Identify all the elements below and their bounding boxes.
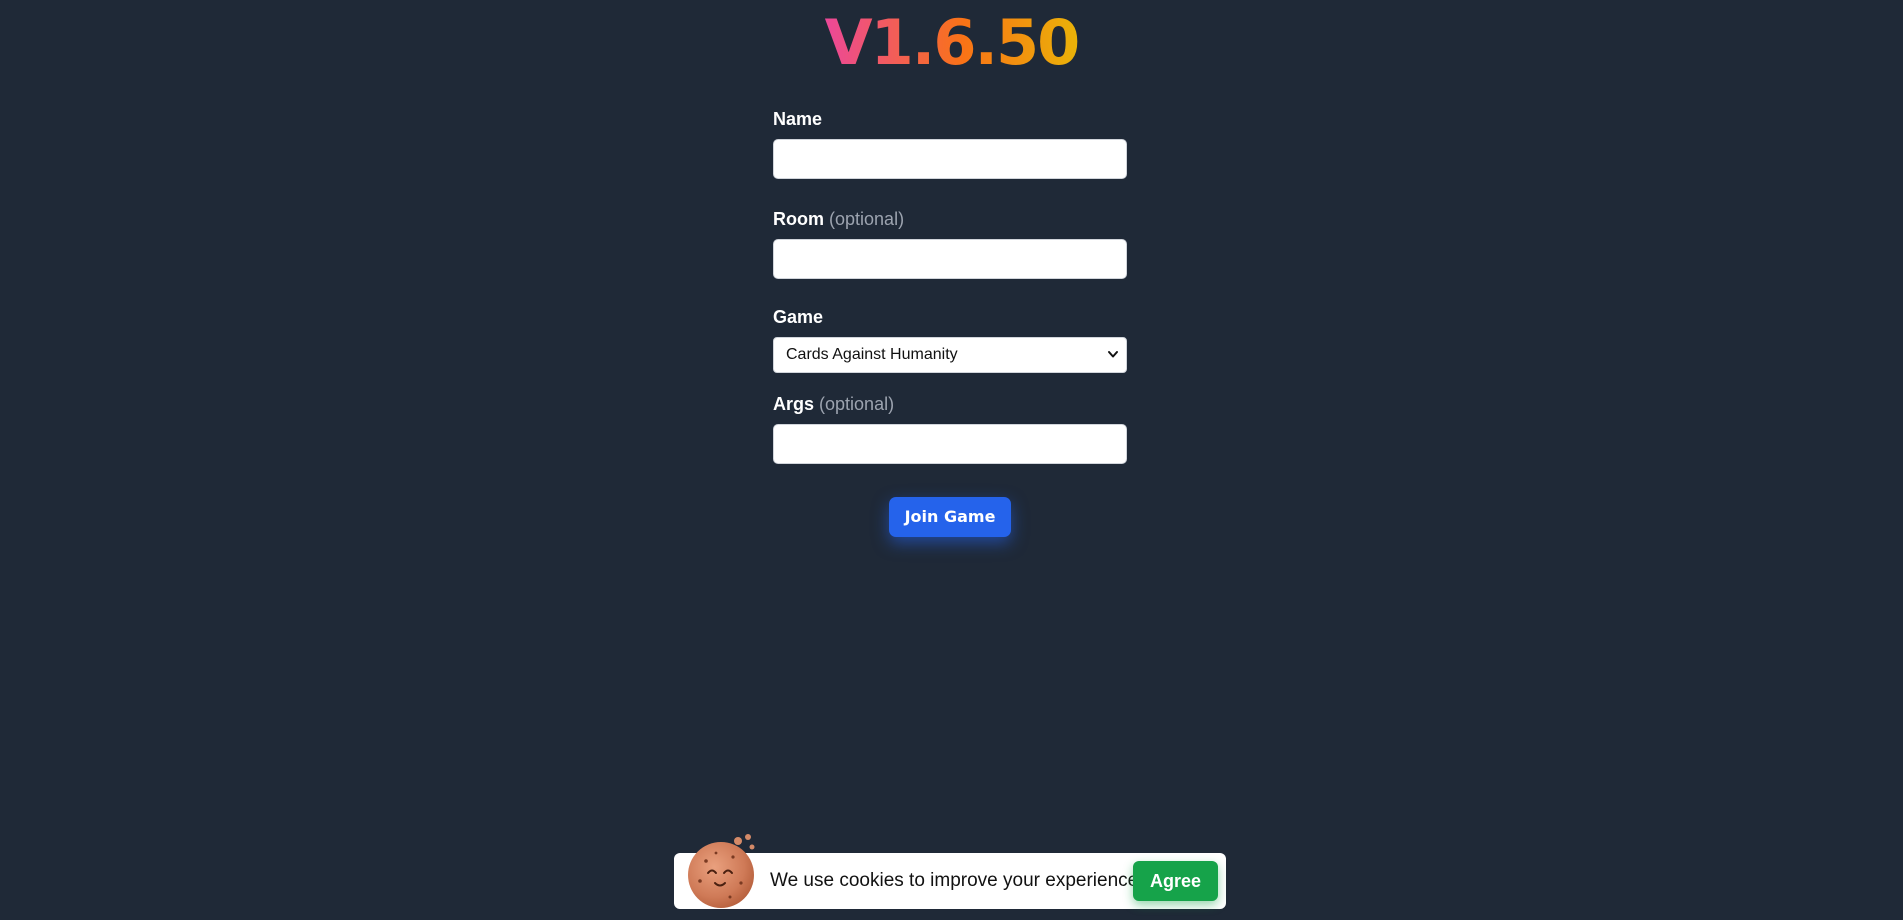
name-input[interactable]	[773, 139, 1127, 179]
args-input[interactable]	[773, 424, 1127, 464]
game-label-text: Game	[773, 307, 824, 327]
game-label: Game	[773, 306, 1127, 328]
name-label: Name	[773, 108, 1127, 130]
room-label-text: Room	[773, 209, 824, 229]
cookie-message: We use cookies to improve your experienc…	[770, 870, 1144, 891]
room-label: Room (optional)	[773, 208, 1127, 230]
game-select[interactable]: Cards Against Humanity	[773, 337, 1127, 373]
name-label-text: Name	[773, 109, 823, 129]
game-select-value: Cards Against Humanity	[786, 346, 958, 363]
join-button-row: Join Game	[773, 497, 1127, 537]
page: V1.6.50 Name Room (optional) Game Cards …	[0, 0, 1903, 920]
cookie-consent-bar: We use cookies to improve your experienc…	[674, 834, 1226, 909]
room-optional-hint: (optional)	[829, 209, 905, 229]
join-game-button[interactable]: Join Game	[888, 497, 1012, 537]
join-game-form: Name Room (optional) Game Cards Against …	[773, 108, 1127, 537]
room-input[interactable]	[773, 239, 1127, 279]
version-title: V1.6.50	[0, 8, 1903, 78]
agree-button[interactable]: Agree	[1132, 861, 1218, 901]
args-optional-hint: (optional)	[819, 394, 895, 414]
args-label: Args (optional)	[773, 393, 1127, 415]
version-text: V1.6.50	[824, 6, 1081, 79]
cookie-icon	[688, 834, 755, 908]
args-label-text: Args	[773, 394, 815, 414]
chevron-down-icon	[1108, 351, 1118, 358]
